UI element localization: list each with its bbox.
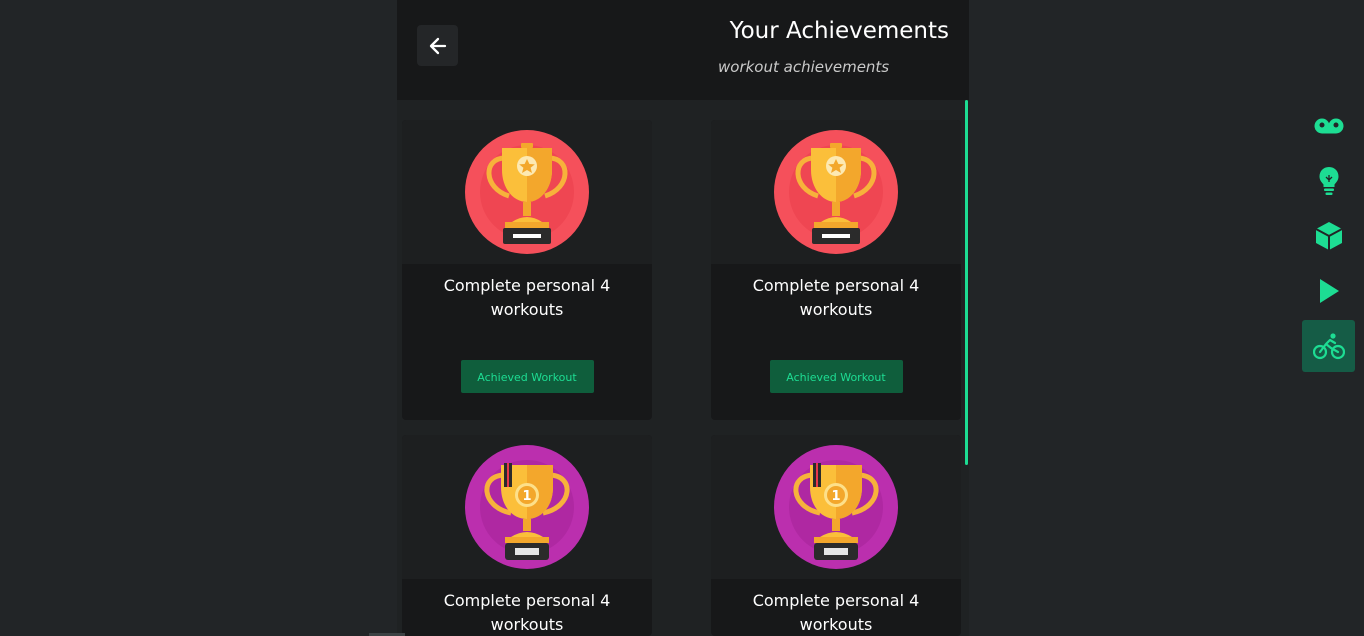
trophy-first-place-icon: 1: [774, 445, 898, 569]
trophy-star-icon: [465, 130, 589, 254]
sidebar-item-ideas[interactable]: [1302, 155, 1355, 207]
achievement-badge: 1: [711, 435, 961, 579]
achievement-card: 1 Complete personal 4 workouts: [402, 435, 652, 636]
play-icon: [1319, 279, 1339, 303]
trophy-first-place-icon: 1: [465, 445, 589, 569]
achieved-workout-button[interactable]: Achieved Workout: [460, 360, 594, 393]
header: Your Achievements workout achievements: [397, 0, 969, 100]
achievement-badge: 1: [402, 435, 652, 579]
achievement-title: Complete personal 4 workouts: [752, 276, 920, 319]
achieved-workout-button[interactable]: Achieved Workout: [769, 360, 903, 393]
sidebar-item-play[interactable]: [1302, 265, 1355, 317]
page-title: Your Achievements: [729, 18, 949, 44]
sidebar-item-workouts[interactable]: [1302, 320, 1355, 372]
svg-text:1: 1: [831, 489, 840, 504]
sidebar-item-cube[interactable]: [1302, 210, 1355, 262]
bicycle-icon: [1312, 333, 1345, 360]
page-subtitle: workout achievements: [718, 58, 890, 76]
achievement-title: Complete personal 4 workouts: [443, 276, 611, 319]
achievement-card: Complete personal 4 workouts Achieved Wo…: [402, 120, 652, 420]
svg-text:1: 1: [522, 489, 531, 504]
back-button[interactable]: [417, 25, 458, 66]
achievement-title: Complete personal 4 workouts: [752, 591, 920, 634]
achievement-badge: [711, 120, 961, 264]
achievement-badge: [402, 120, 652, 264]
lightbulb-icon: [1319, 167, 1338, 195]
sidebar-item-tape[interactable]: [1302, 100, 1355, 152]
cube-icon: [1315, 222, 1342, 250]
trophy-star-icon: [774, 130, 898, 254]
tape-icon: [1314, 118, 1343, 134]
achievement-card: Complete personal 4 workouts Achieved Wo…: [711, 120, 961, 420]
achievements-panel: Your Achievements workout achievements C…: [397, 0, 969, 636]
achievement-title: Complete personal 4 workouts: [443, 591, 611, 634]
arrow-left-icon: [429, 37, 446, 54]
scrollbar[interactable]: [965, 100, 968, 465]
achievement-card: 1 Complete personal 4 workouts: [711, 435, 961, 636]
